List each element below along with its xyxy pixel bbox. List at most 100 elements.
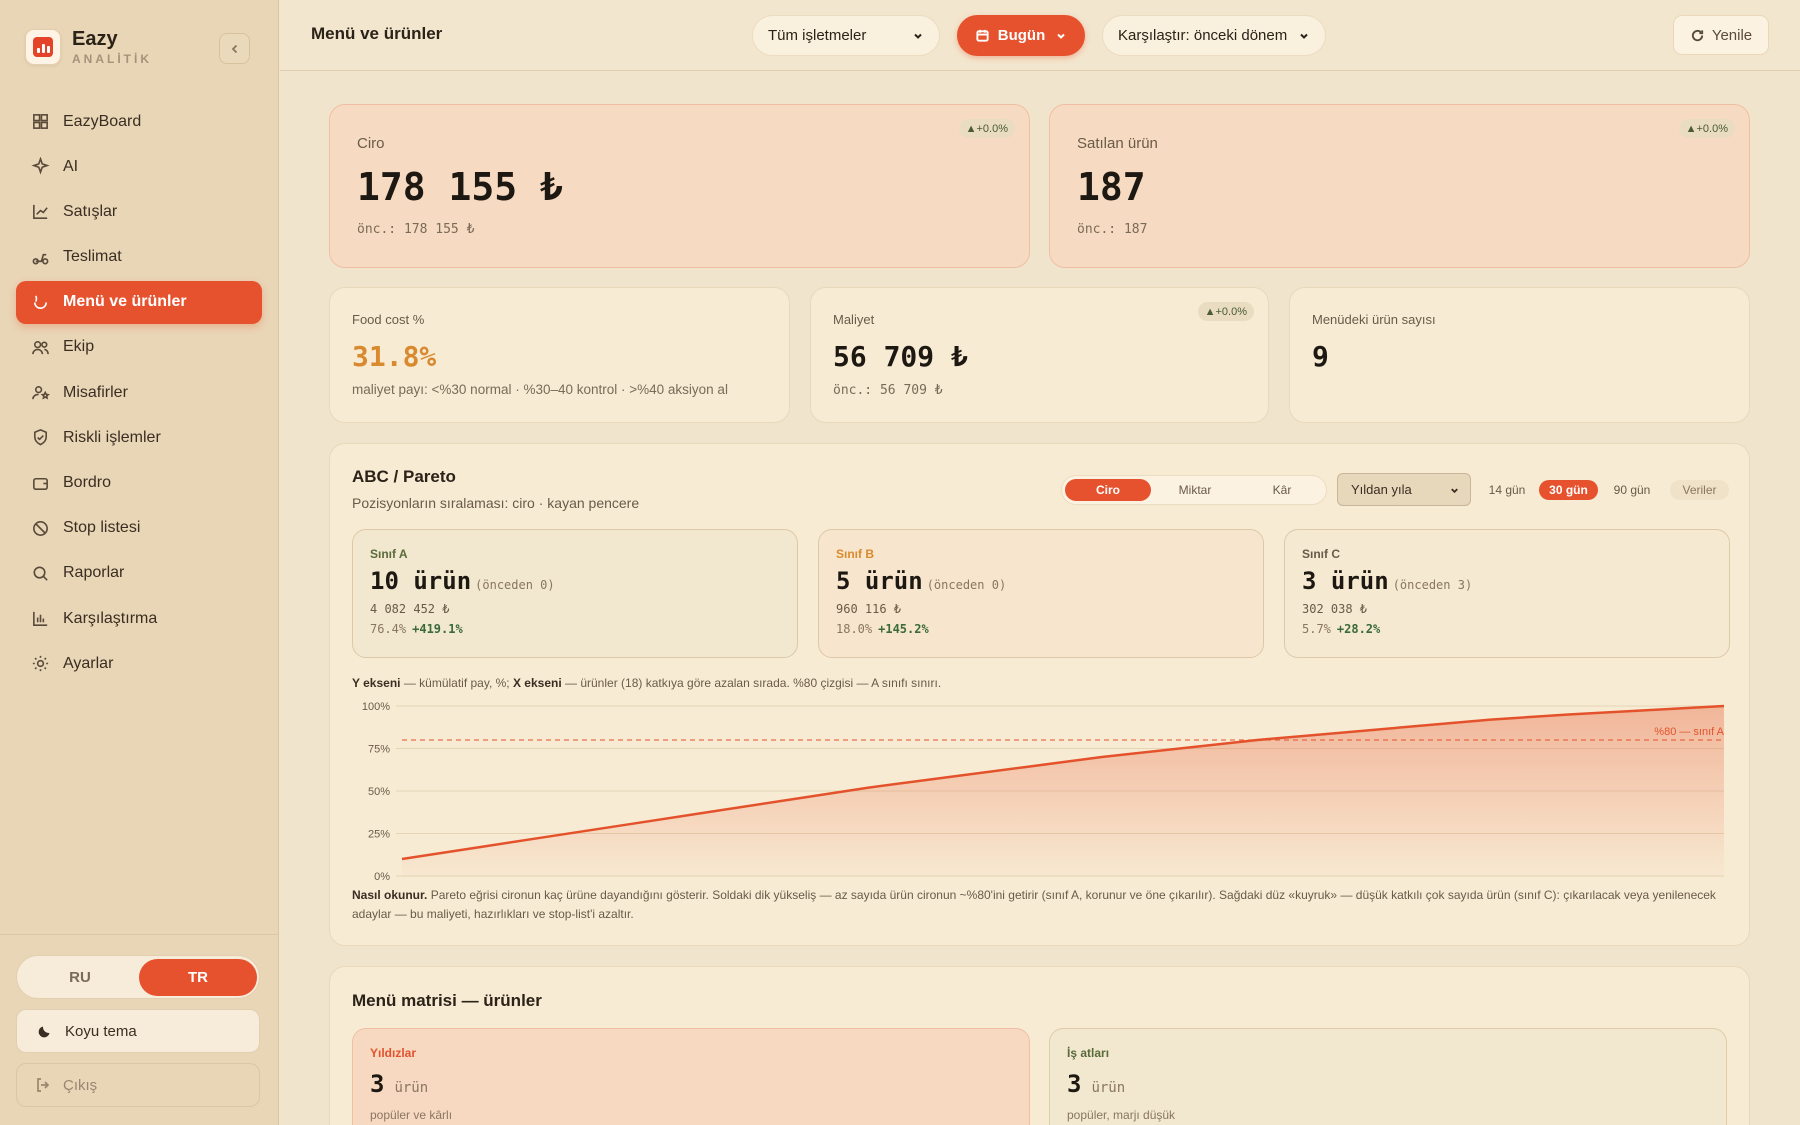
matrix-workhorses-card[interactable]: İş atları 3 ürün popüler, marjı düşük [1049,1028,1727,1125]
sidebar-item-eazyboard[interactable]: EazyBoard [16,100,262,143]
class-count: 10 [370,567,399,595]
sidebar-item-label: Stop listesi [63,519,141,537]
class-unit: ürün [413,567,472,595]
class-share: 76.4% [370,622,407,636]
threshold-label: %80 — sınıf A [1654,726,1724,738]
lang-tr-button[interactable]: TR [139,959,257,996]
refresh-label: Yenile [1711,26,1753,44]
sidebar-item-ayarlar[interactable]: Ayarlar [16,642,262,685]
matrix-cell-count: 3 [370,1070,385,1098]
lang-ru-button[interactable]: RU [21,959,139,996]
class-title: Sınıf B [836,547,874,561]
chevron-left-icon [231,44,237,53]
y-tick-label: 50% [368,786,390,798]
logo-icon [25,29,61,65]
kpi-previous: önc.: 56 709 ₺ [833,383,943,398]
class-unit: ürün [1330,567,1389,595]
abc-class-card[interactable]: Sınıf A 10 ürün (önceden 0) 4 082 452 ₺ 76.4… [352,529,798,658]
kpi-revenue-card: ▲+0.0% Ciro 178 155 ₺ önc.: 178 155 ₺ [329,104,1030,268]
kpi-label: Menüdeki ürün sayısı [1312,312,1436,327]
moon-icon [38,1026,50,1038]
abc-class-card[interactable]: Sınıf B 5 ürün (önceden 0) 960 116 ₺ 18.0% +1… [818,529,1264,658]
sidebar-footer: RU TR Koyu tema Çıkış [0,934,279,1125]
logout-button[interactable]: Çıkış [16,1063,260,1107]
search-icon [33,566,48,581]
tab-revenue[interactable]: Ciro [1065,479,1151,501]
compare-select[interactable]: Karşılaştır: önceki dönem [1102,15,1326,56]
sidebar-item-bordro[interactable]: Bordro [16,462,262,505]
compare-period-label: Yıldan yıla [1351,482,1412,497]
how-to-read-label: Nasıl okunur. [352,888,428,902]
y-tick-label: 75% [368,744,390,756]
sidebar-item-ai[interactable]: AI [16,145,262,188]
top-bar: Menü ve ürünler Tüm işletmeler Bugün Kar… [280,0,1800,71]
shield-icon [33,429,48,446]
sun-gear-icon [32,656,49,672]
kpi-previous: önc.: 187 [1077,222,1148,237]
sidebar-item-misafirler[interactable]: Misafirler [16,371,262,414]
sidebar-item-riskli-işlemler[interactable]: Riskli işlemler [16,416,262,459]
abc-title: ABC / Pareto [352,467,456,486]
refresh-icon [1691,29,1703,41]
kpi-label: Food cost % [352,312,425,327]
kpi-value: 187 [1077,165,1146,209]
dark-theme-button[interactable]: Koyu tema [16,1009,260,1053]
sidebar-nav: EazyBoard AI Satışlar Teslimat Menü ve ürünl… [16,100,262,687]
sidebar-item-satışlar[interactable]: Satışlar [16,190,262,233]
brand[interactable]: Eazy ANALİTİK [25,28,152,66]
y-axis-text: — kümülatif pay, %; [400,676,513,690]
class-previous: (önceden 0) [926,578,1007,592]
range-14-days[interactable]: 14 gün [1482,480,1532,500]
sidebar-item-karşılaştırma[interactable]: Karşılaştırma [16,597,262,640]
kpi-sold-card: ▲+0.0% Satılan ürün 187 önc.: 187 [1049,104,1750,268]
delta-badge: ▲+0.0% [1678,119,1735,138]
calendar-icon [976,29,989,42]
sidebar-item-ekip[interactable]: Ekip [16,326,262,369]
class-unit: ürün [864,567,923,595]
abc-subtitle: Pozisyonların sıralaması: ciro · kayan p… [352,495,640,511]
refresh-button[interactable]: Yenile [1673,15,1769,55]
range-90-days[interactable]: 90 gün [1606,480,1658,500]
language-switch: RU TR [16,955,260,999]
abc-class-card[interactable]: Sınıf C 3 ürün (önceden 3) 302 038 ₺ 5.7% +28… [1284,529,1730,658]
class-title: Sınıf C [1302,547,1340,561]
compare-period-select[interactable]: Yıldan yıla [1337,473,1471,506]
page-title: Menü ve ürünler [311,24,443,43]
sidebar-item-raporlar[interactable]: Raporlar [16,552,262,595]
venue-select[interactable]: Tüm işletmeler [752,15,940,56]
sidebar-item-label: Riskli işlemler [63,428,161,446]
class-share: 18.0% [836,622,873,636]
kpi-label: Satılan ürün [1077,135,1158,152]
sidebar-item-menü-ve-ürünler[interactable]: Menü ve ürünler [16,280,262,324]
y-tick-label: 25% [368,829,390,841]
sidebar-item-label: AI [63,157,79,175]
user-star-icon [32,386,50,400]
class-change: +419.1% [412,622,463,636]
collapse-sidebar-button[interactable] [219,33,250,64]
tab-profit[interactable]: Kâr [1239,479,1325,501]
y-tick-label: 100% [362,701,390,713]
y-tick-label: 0% [374,871,390,883]
kpi-value: 56 709 ₺ [833,340,968,373]
logout-icon [37,1078,50,1092]
sidebar-item-label: Ekip [63,338,95,356]
sidebar: Eazy ANALİTİK EazyBoard AI Satışlar Teslima… [0,0,279,1125]
matrix-title: Menü matrisi — ürünler [352,991,542,1010]
matrix-cell-title: Yıldızlar [370,1046,417,1060]
kpi-label: Ciro [357,135,385,152]
sidebar-item-stop-listesi[interactable]: Stop listesi [16,507,262,550]
bar-chart-icon [33,611,48,627]
range-30-days[interactable]: 30 gün [1539,480,1598,500]
period-select[interactable]: Bugün [957,15,1085,56]
chevron-down-icon [1451,488,1458,494]
data-button[interactable]: Veriler [1670,480,1729,500]
matrix-cell-title: İş atları [1067,1046,1110,1060]
sidebar-item-teslimat[interactable]: Teslimat [16,236,262,279]
class-previous: (önceden 0) [475,578,555,592]
class-count: 5 [836,567,851,595]
matrix-stars-card[interactable]: Yıldızlar 3 ürün popüler ve kârlı [352,1028,1030,1125]
venue-label: Tüm işletmeler [768,27,867,44]
tab-quantity[interactable]: Miktar [1152,479,1238,501]
y-axis-label: Y ekseni [352,676,401,690]
kpi-cost-card: ▲+0.0% Maliyet 56 709 ₺ önc.: 56 709 ₺ [810,287,1269,423]
